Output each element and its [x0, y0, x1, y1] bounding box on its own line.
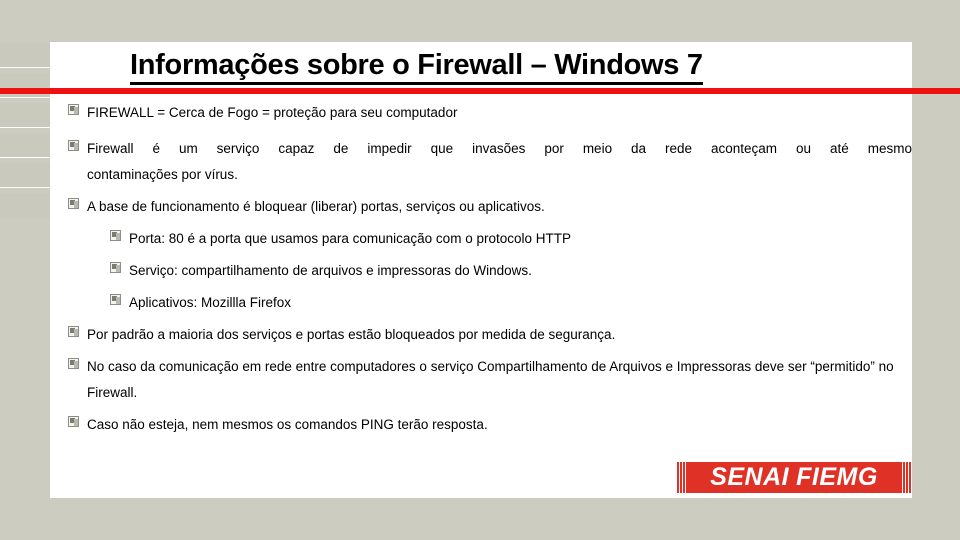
screen-bullet-icon [110, 230, 121, 241]
slide-body: FIREWALL = Cerca de Fogo = proteção para… [50, 100, 912, 438]
screen-bullet-icon [110, 294, 121, 305]
list-item: Caso não esteja, nem mesmos os comandos … [50, 412, 912, 438]
bullet-text: Firewall é um serviço capaz de impedir q… [87, 136, 912, 188]
rail-block [0, 73, 50, 98]
screen-bullet-icon [68, 326, 79, 337]
screen-bullet-icon [68, 416, 79, 427]
bullet-line-1: No caso da comunicação em rede entre com… [87, 359, 752, 374]
screen-bullet-icon [110, 262, 121, 273]
bullet-text: A base de funcionamento é bloquear (libe… [87, 199, 545, 214]
rail-block [0, 163, 50, 188]
logo-text: SENAI FIEMG [710, 463, 878, 492]
senai-fiemg-logo: SENAI FIEMG [676, 462, 912, 493]
list-item: FIREWALL = Cerca de Fogo = proteção para… [50, 100, 912, 126]
bullet-text: Aplicativos: Mozillla Firefox [129, 295, 292, 310]
bullet-text: Serviço: compartilhamento de arquivos e … [129, 263, 532, 278]
list-item: Porta: 80 é a porta que usamos para comu… [50, 226, 912, 252]
list-item: Aplicativos: Mozillla Firefox [50, 290, 912, 316]
screen-bullet-icon [68, 198, 79, 209]
logo-part-senai: SENAI [710, 463, 790, 491]
rail-block [0, 43, 50, 68]
list-item: A base de funcionamento é bloquear (libe… [50, 194, 912, 220]
bullet-text: Por padrão a maioria dos serviços e port… [87, 327, 616, 342]
bullet-line-2: contaminações por vírus. [87, 167, 238, 182]
left-decorative-rail [0, 0, 50, 540]
bullet-text: Porta: 80 é a porta que usamos para comu… [129, 231, 571, 246]
list-item: No caso da comunicação em rede entre com… [50, 354, 912, 406]
bullet-text: Caso não esteja, nem mesmos os comandos … [87, 417, 488, 432]
screen-bullet-icon [68, 358, 79, 369]
title-red-rule [0, 88, 960, 94]
rail-block [0, 193, 50, 219]
bullet-text: No caso da comunicação em rede entre com… [87, 354, 912, 406]
screen-bullet-icon [68, 104, 79, 115]
bullet-text: FIREWALL = Cerca de Fogo = proteção para… [87, 105, 458, 120]
screen-bullet-icon [68, 140, 79, 151]
list-item: Serviço: compartilhamento de arquivos e … [50, 258, 912, 284]
bullet-line-1: Firewall é um serviço capaz de impedir q… [87, 141, 912, 156]
logo-part-fiemg: FIEMG [796, 463, 878, 491]
list-item: Firewall é um serviço capaz de impedir q… [50, 136, 912, 188]
rail-block [0, 103, 50, 128]
list-item: Por padrão a maioria dos serviços e port… [50, 322, 912, 348]
slide-title-text: Informações sobre o Firewall – Windows 7 [130, 50, 703, 86]
page-title: Informações sobre o Firewall – Windows 7 [130, 50, 703, 86]
rail-block [0, 133, 50, 158]
